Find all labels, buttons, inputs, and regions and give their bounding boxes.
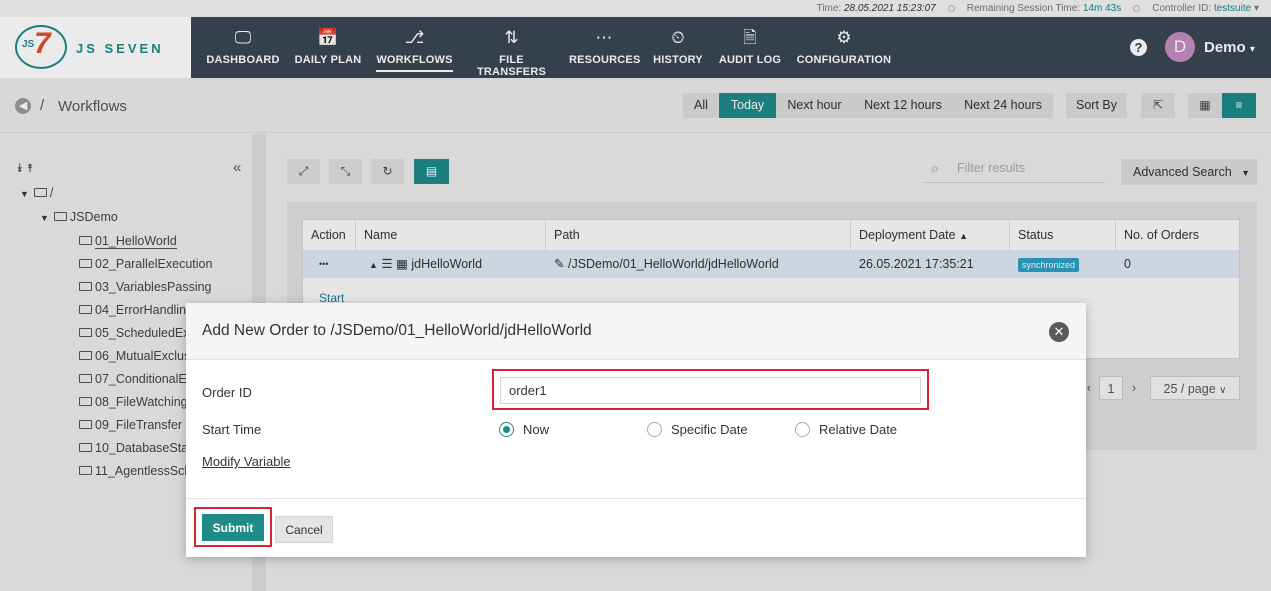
order-id-highlight <box>492 369 929 410</box>
cancel-button[interactable]: Cancel <box>275 516 333 543</box>
radio-specific-date[interactable]: Specific Date <box>647 422 748 437</box>
submit-highlight: Submit <box>194 507 272 547</box>
modify-variable-link[interactable]: Modify Variable <box>202 454 291 469</box>
dialog-footer: Submit Cancel <box>186 498 1086 557</box>
radio-unchecked-icon <box>647 422 662 437</box>
start-time-label: Start Time <box>202 422 262 437</box>
radio-now[interactable]: Now <box>499 422 549 437</box>
order-id-field[interactable] <box>500 377 921 404</box>
close-icon[interactable]: ✕ <box>1049 322 1069 342</box>
submit-button[interactable]: Submit <box>202 514 264 541</box>
dialog-title: Add New Order to /JSDemo/01_HelloWorld/j… <box>202 322 592 339</box>
add-order-dialog: Add New Order to /JSDemo/01_HelloWorld/j… <box>186 303 1086 557</box>
order-id-label: Order ID <box>202 385 252 400</box>
radio-unchecked-icon <box>795 422 810 437</box>
radio-checked-icon <box>499 422 514 437</box>
radio-relative-date[interactable]: Relative Date <box>795 422 897 437</box>
dialog-header: Add New Order to /JSDemo/01_HelloWorld/j… <box>186 303 1086 360</box>
